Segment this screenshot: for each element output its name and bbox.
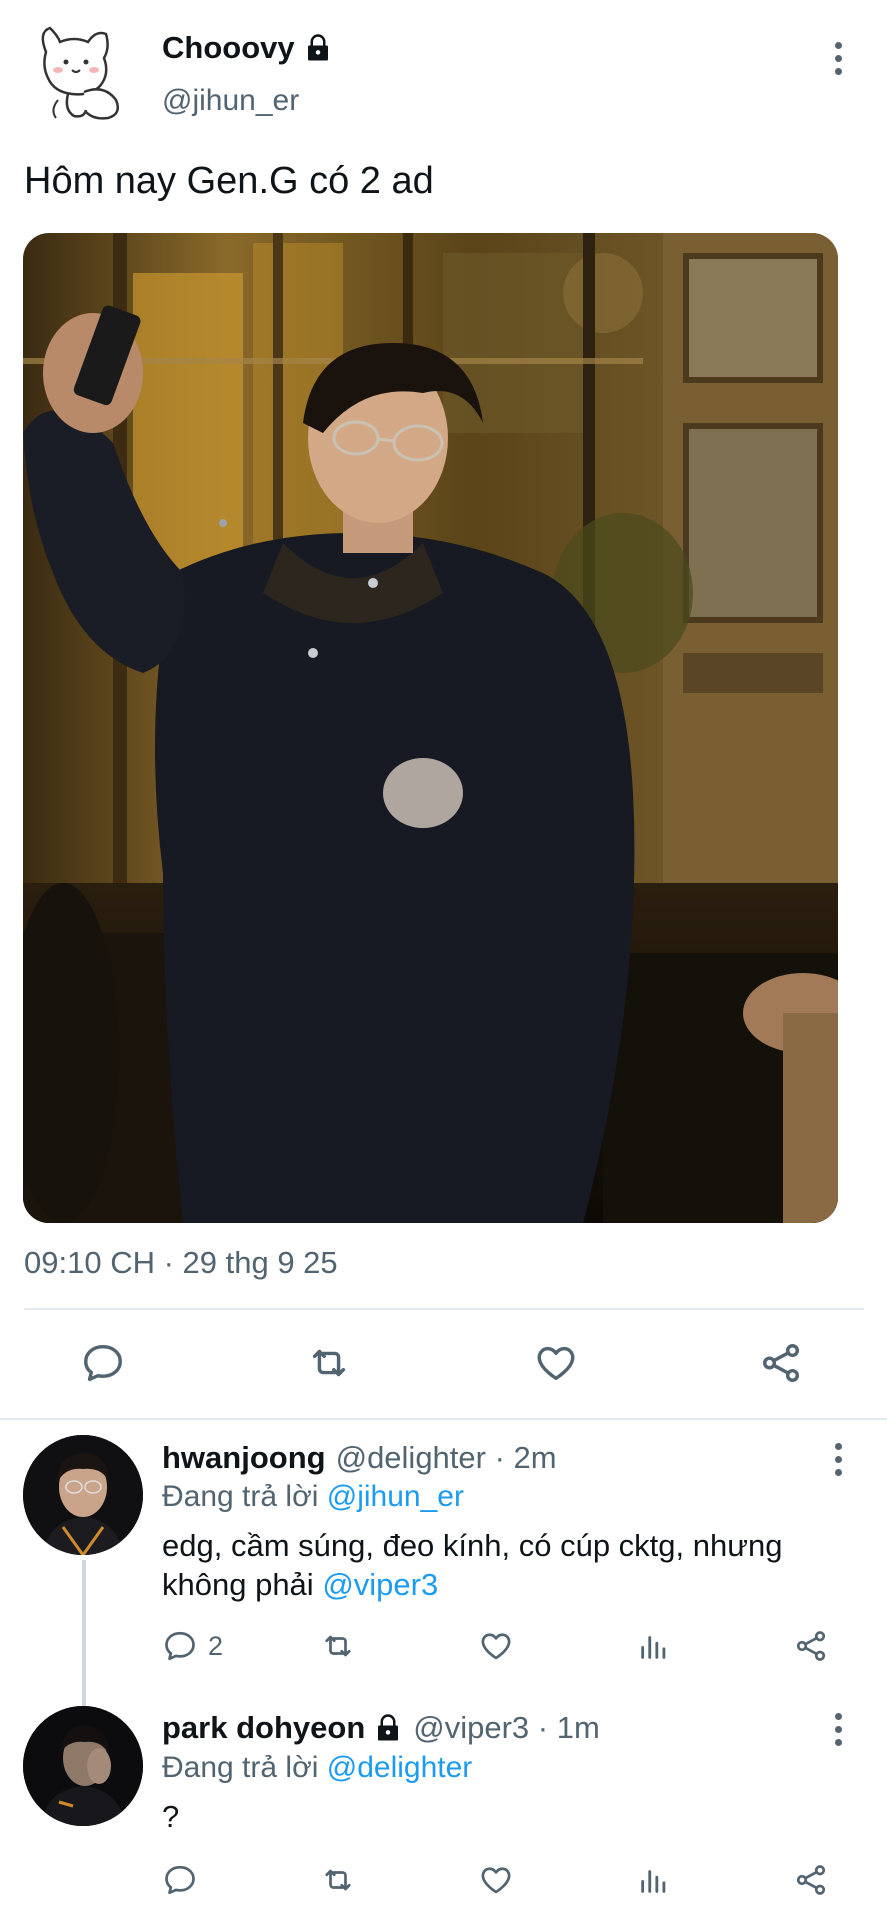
divider [24,1308,864,1310]
share-icon [796,1865,826,1895]
share-icon [762,1344,800,1382]
retweet-button[interactable] [304,1340,354,1386]
reply-handle-time[interactable]: @viper3 · 1m [413,1710,600,1746]
retweet-icon [325,1869,351,1891]
replying-to-mention[interactable]: @jihun_er [327,1480,464,1513]
share-icon [796,1631,826,1661]
reply-display-name[interactable]: park dohyeon [162,1710,403,1746]
replying-to: Đang trả lời @jihun_er [162,1480,464,1514]
views-icon [641,1636,666,1659]
like-button[interactable] [477,1862,515,1898]
replying-prefix: Đang trả lời [162,1751,319,1784]
replying-to-mention[interactable]: @delighter [327,1751,473,1784]
reply-button[interactable] [80,1340,126,1386]
tweet-text: Hôm nay Gen.G có 2 ad [24,160,434,202]
retweet-button[interactable] [318,1862,358,1898]
lock-icon [378,1714,399,1741]
section-divider [0,1418,887,1420]
reply-icon [165,1865,195,1895]
timestamp[interactable]: 09:10 CH · 29 thg 9 25 [24,1245,338,1281]
display-name-text: Chooovy [162,30,295,65]
handle[interactable]: @jihun_er [162,84,299,118]
retweet-button[interactable] [318,1628,358,1664]
replying-prefix: Đang trả lời [162,1480,319,1513]
reply-icon [84,1344,122,1382]
reply-avatar[interactable] [23,1435,143,1555]
reply-display-name[interactable]: hwanjoong [162,1440,326,1476]
share-button[interactable] [793,1628,829,1664]
reply-header: park dohyeon @viper3 · 1m [162,1710,600,1746]
photo-image [23,233,838,1223]
reply-avatar[interactable] [23,1706,143,1826]
more-icon[interactable] [831,42,845,75]
avatar[interactable] [24,14,136,126]
views-button[interactable] [637,1862,671,1898]
reply-button[interactable] [162,1862,198,1898]
like-icon [537,1346,575,1381]
display-name[interactable]: Chooovy [162,30,333,66]
avatar-photo [23,1706,143,1826]
cat-avatar-illustration [41,26,119,120]
reply-display-name-text: park dohyeon [162,1710,366,1745]
views-icon [641,1870,666,1893]
retweet-icon [312,1349,346,1377]
reply-button[interactable]: 2 [162,1628,223,1664]
thread-line [82,1560,86,1708]
like-button[interactable] [532,1340,580,1386]
more-icon[interactable] [831,1443,845,1476]
reply-text: ? [162,1799,180,1834]
tweet-photo[interactable] [23,233,838,1223]
reply-icon [165,1631,195,1661]
like-button[interactable] [477,1628,515,1664]
reply-handle-time[interactable]: @delighter · 2m [336,1440,557,1476]
like-icon [481,1867,511,1894]
share-button[interactable] [793,1862,829,1898]
reply-header: hwanjoong @delighter · 2m [162,1440,557,1476]
avatar-photo [23,1435,143,1555]
reply-count: 2 [208,1630,224,1661]
like-icon [481,1633,511,1660]
reply-text-prefix: không phải [162,1567,314,1602]
reply-text: edg, cầm súng, đeo kính, có cúp cktg, nh… [162,1526,862,1604]
replying-to: Đang trả lời @delighter [162,1751,472,1785]
lock-icon [307,34,328,61]
reply-text-line: không phải @viper3 [162,1565,862,1604]
more-icon[interactable] [831,1713,845,1746]
share-button[interactable] [758,1340,804,1386]
retweet-icon [325,1635,351,1657]
reply-text-mention[interactable]: @viper3 [322,1567,438,1602]
reply-text-line: edg, cầm súng, đeo kính, có cúp cktg, nh… [162,1528,783,1563]
views-button[interactable] [637,1628,671,1664]
